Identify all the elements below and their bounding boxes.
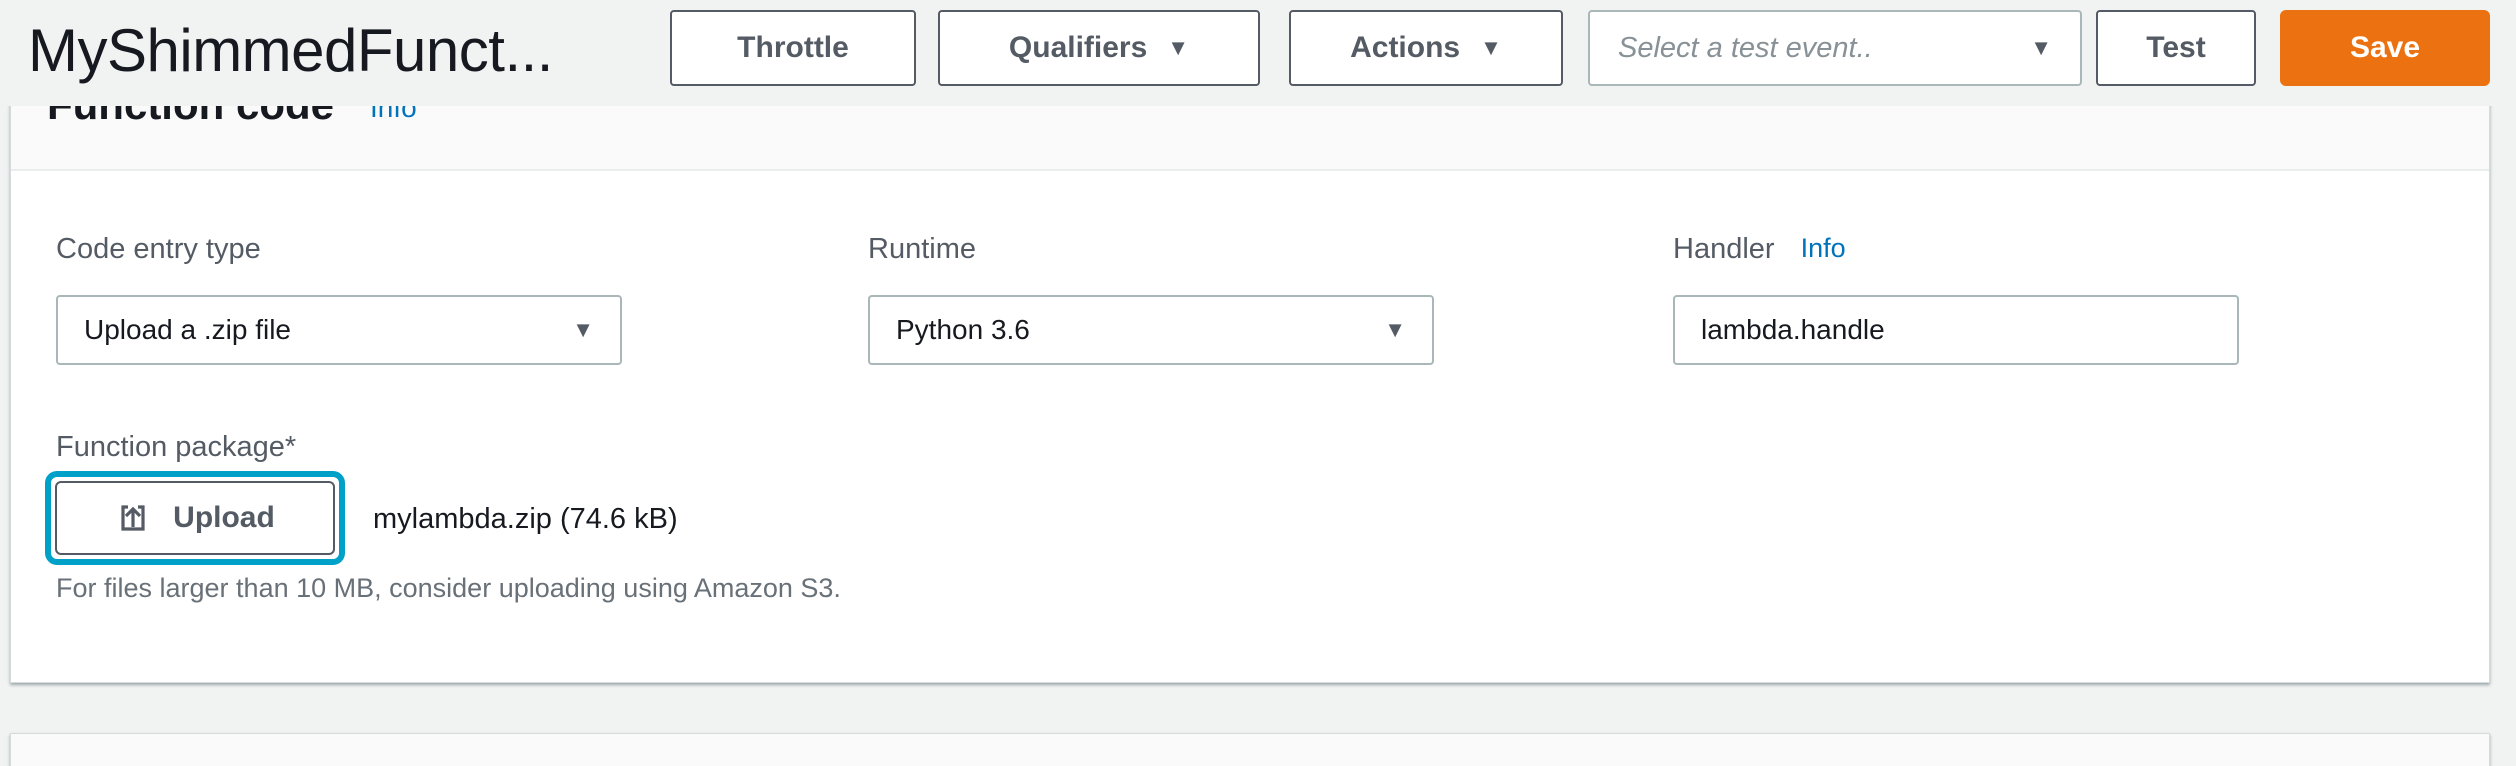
code-entry-type-value: Upload a .zip file xyxy=(84,314,291,346)
upload-icon xyxy=(115,500,151,536)
upload-size-note: For files larger than 10 MB, consider up… xyxy=(56,573,841,604)
qualifiers-button-label: Qualifiers xyxy=(1009,31,1147,65)
function-name-title: MyShimmedFunct... xyxy=(28,0,553,106)
uploaded-file-info: mylambda.zip (74.6 kB) xyxy=(373,503,678,536)
runtime-field: Runtime Python 3.6 ▼ xyxy=(868,233,1434,365)
upload-button[interactable]: Upload xyxy=(55,481,335,555)
save-button[interactable]: Save xyxy=(2280,10,2490,86)
code-entry-type-field: Code entry type Upload a .zip file ▼ xyxy=(56,233,622,365)
chevron-down-icon: ▼ xyxy=(1384,319,1406,341)
runtime-label: Runtime xyxy=(868,233,1434,295)
test-button[interactable]: Test xyxy=(2096,10,2256,86)
test-event-select[interactable]: Select a test event.. ▼ xyxy=(1588,10,2082,86)
function-header-bar: MyShimmedFunct... Throttle Qualifiers ▼ … xyxy=(0,0,2516,106)
handler-label: Handler xyxy=(1673,233,1775,266)
function-package-label: Function package* xyxy=(56,431,296,464)
function-code-panel: Function code Info Code entry type Uploa… xyxy=(10,64,2490,683)
test-button-label: Test xyxy=(2146,31,2205,65)
chevron-down-icon: ▼ xyxy=(1167,37,1189,59)
save-button-label: Save xyxy=(2350,31,2420,65)
chevron-down-icon: ▼ xyxy=(572,319,594,341)
upload-button-focus-ring: Upload xyxy=(45,471,345,565)
next-panel-sliver xyxy=(10,733,2490,766)
code-entry-type-select[interactable]: Upload a .zip file ▼ xyxy=(56,295,622,365)
runtime-select[interactable]: Python 3.6 ▼ xyxy=(868,295,1434,365)
throttle-button-label: Throttle xyxy=(737,31,849,65)
handler-info-link[interactable]: Info xyxy=(1801,233,1846,264)
code-entry-type-label: Code entry type xyxy=(56,233,622,295)
lambda-console-screen: Function code Info Code entry type Uploa… xyxy=(0,0,2516,766)
throttle-button[interactable]: Throttle xyxy=(670,10,916,86)
actions-button[interactable]: Actions ▼ xyxy=(1289,10,1563,86)
test-event-placeholder: Select a test event.. xyxy=(1618,32,1873,65)
qualifiers-button[interactable]: Qualifiers ▼ xyxy=(938,10,1260,86)
handler-label-row: Handler Info xyxy=(1673,233,2239,295)
actions-button-label: Actions xyxy=(1350,31,1460,65)
handler-input[interactable] xyxy=(1673,295,2239,365)
upload-button-label: Upload xyxy=(173,501,275,535)
handler-field: Handler Info xyxy=(1673,233,2239,365)
chevron-down-icon: ▼ xyxy=(1480,37,1502,59)
chevron-down-icon: ▼ xyxy=(2030,37,2052,59)
function-code-panel-body: Code entry type Upload a .zip file ▼ Run… xyxy=(11,171,2489,680)
runtime-value: Python 3.6 xyxy=(896,314,1030,346)
